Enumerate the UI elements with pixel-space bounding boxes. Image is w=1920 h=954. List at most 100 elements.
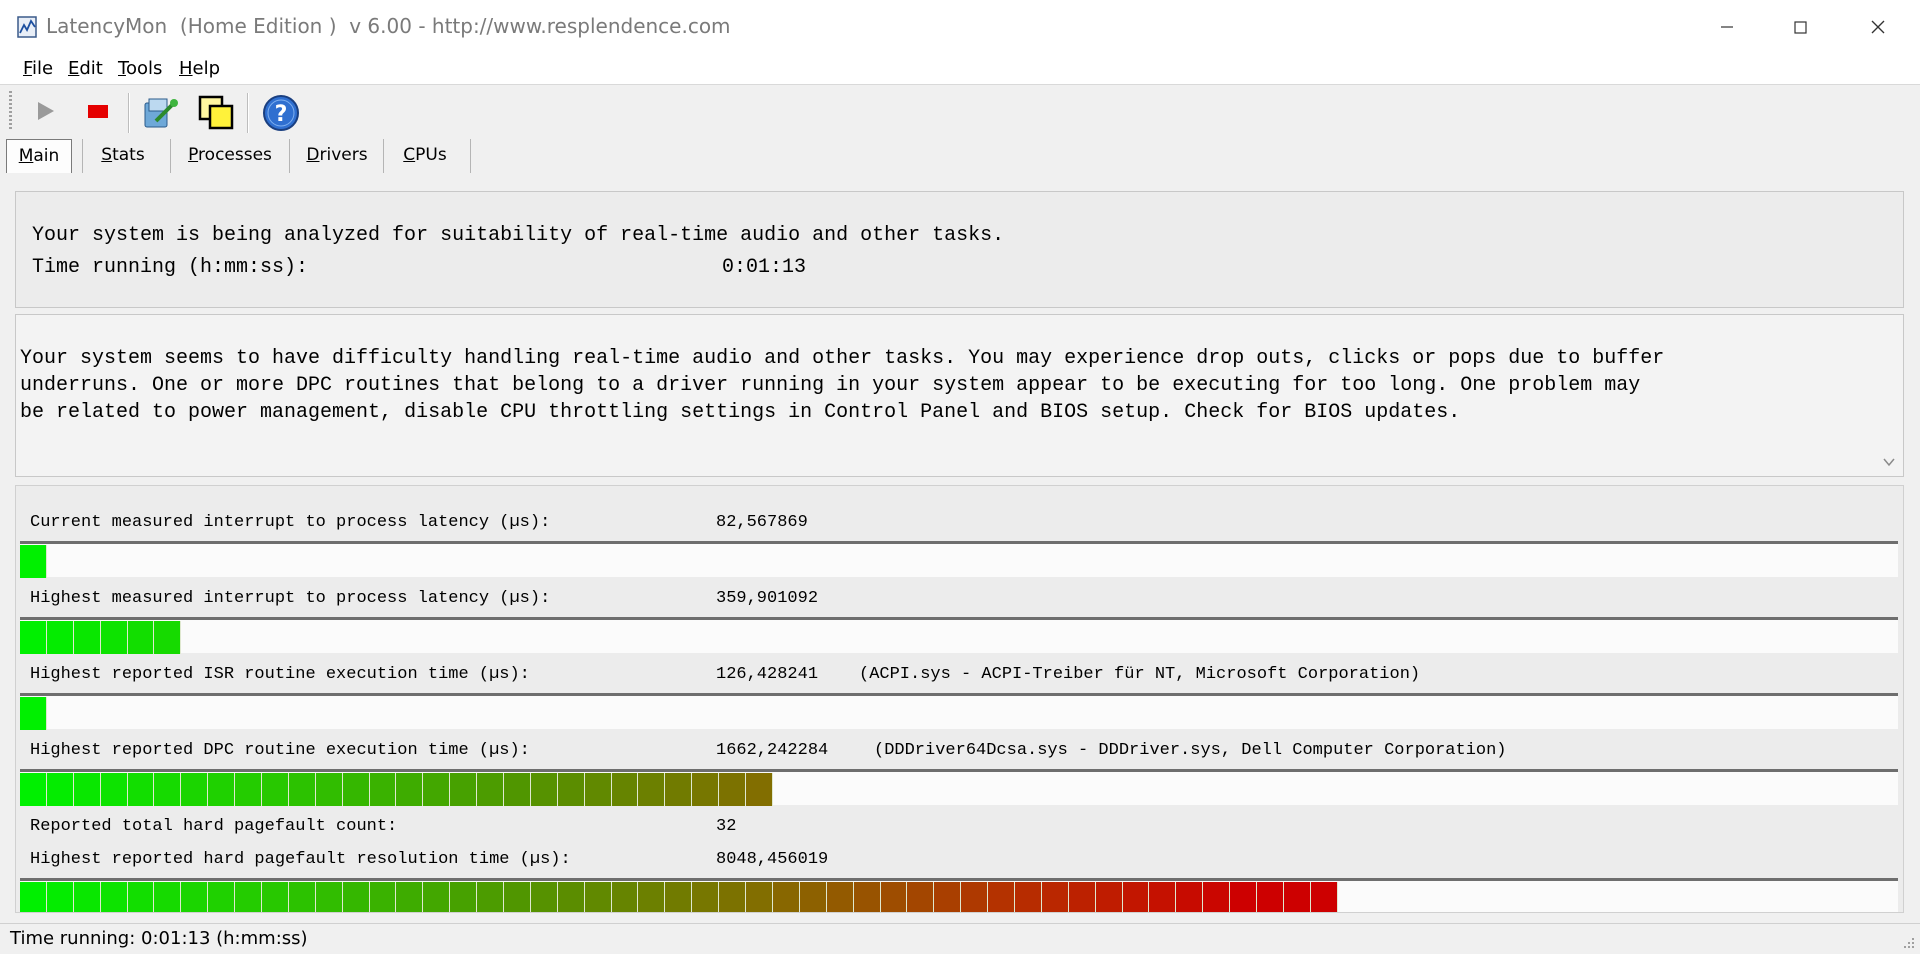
metric-label: Highest reported ISR routine execution t… (30, 665, 530, 684)
bar-segment (611, 882, 639, 912)
status-text: Time running: 0:01:13 (h:mm:ss) (10, 928, 308, 949)
toolbar: ? (0, 85, 1920, 137)
bar-segment (450, 882, 478, 912)
play-icon (38, 102, 54, 120)
bar-segment (100, 882, 128, 912)
bar-segment (1095, 882, 1123, 912)
bar-segment (450, 773, 478, 806)
bar-segment (73, 882, 101, 912)
menu-file[interactable]: File (23, 58, 53, 79)
menu-bar: File Edit Tools Help (0, 54, 1920, 85)
bar-segment (584, 773, 612, 806)
bar-segment (20, 545, 47, 578)
bar-segment (907, 882, 935, 912)
close-button[interactable] (1836, 0, 1920, 54)
bar-segment (611, 773, 639, 806)
metric-value: 359,901092 (716, 589, 819, 608)
bar-segment (638, 882, 666, 912)
driver-tool-button[interactable] (140, 93, 178, 129)
metric-label: Highest measured interrupt to process la… (30, 589, 551, 608)
bar-segment (154, 773, 182, 806)
bar-segment (692, 773, 720, 806)
bar-segment (799, 882, 827, 912)
latency-bar-fill (20, 773, 773, 806)
bar-segment (154, 882, 182, 912)
latency-bar (20, 693, 1898, 730)
latencymon-app-icon (17, 16, 37, 38)
stop-button[interactable] (80, 93, 116, 129)
menu-edit[interactable]: Edit (68, 58, 103, 79)
tab-main[interactable]: Main (6, 139, 72, 173)
window-tool-button[interactable] (197, 93, 234, 130)
bar-segment (1149, 882, 1177, 912)
toolbar-grip[interactable] (9, 91, 12, 131)
bar-segment (504, 882, 531, 912)
tab-drivers[interactable]: Drivers (296, 139, 378, 173)
scroll-down-icon[interactable] (1881, 454, 1897, 470)
bar-segment (638, 773, 666, 806)
analysis-panel: Your system is being analyzed for suitab… (15, 191, 1904, 308)
bar-segment (208, 882, 236, 912)
bar-segment (692, 882, 720, 912)
latency-bar-fill (20, 882, 1338, 912)
maximize-button[interactable] (1758, 0, 1842, 54)
bar-segment (961, 882, 989, 912)
toolbar-separator (128, 93, 129, 133)
metric-label: Highest reported hard pagefault resoluti… (30, 850, 571, 869)
conclusion-panel: Your system seems to have difficulty han… (15, 314, 1904, 477)
window-title: LatencyMon (Home Edition ) v 6.00 - http… (46, 14, 731, 38)
bar-segment (1230, 882, 1257, 912)
bar-segment (1203, 882, 1231, 912)
metric-value: 82,567869 (716, 513, 808, 532)
bar-segment (988, 882, 1015, 912)
tab-processes[interactable]: Processes (178, 139, 282, 173)
bar-segment (208, 773, 236, 806)
bar-segment (1122, 882, 1150, 912)
bar-segment (46, 621, 74, 654)
bar-segment (423, 882, 451, 912)
svg-text:?: ? (275, 102, 288, 127)
resize-grip-icon[interactable] (1902, 936, 1916, 950)
bar-segment (20, 697, 47, 730)
bar-segment (20, 773, 47, 806)
bar-segment (665, 773, 693, 806)
bar-segment (73, 621, 101, 654)
toolbar-separator (247, 93, 248, 133)
bar-segment (423, 773, 451, 806)
metric-label: Reported total hard pagefault count: (30, 817, 398, 836)
minimize-button[interactable] (1685, 0, 1769, 54)
stop-icon (88, 105, 108, 118)
start-button[interactable] (27, 93, 63, 129)
bar-segment (1176, 882, 1204, 912)
bar-segment (530, 773, 558, 806)
driver-tool-icon (144, 98, 178, 128)
title-bar: LatencyMon (Home Edition ) v 6.00 - http… (0, 0, 1920, 54)
bar-segment (1283, 882, 1311, 912)
bar-segment (315, 773, 343, 806)
menu-help[interactable]: Help (179, 58, 220, 79)
bar-segment (127, 882, 155, 912)
latency-bar (20, 769, 1898, 806)
metric-detail: (DDDriver64Dcsa.sys - DDDriver.sys, Dell… (874, 741, 1507, 760)
bar-segment (746, 773, 773, 806)
latency-bar-fill (20, 697, 47, 730)
bar-segment (1014, 882, 1042, 912)
menu-tools[interactable]: Tools (118, 58, 162, 79)
help-icon: ? (263, 95, 299, 131)
bar-segment (772, 882, 800, 912)
metrics-panel: Current measured interrupt to process la… (15, 485, 1904, 913)
bar-segment (557, 882, 585, 912)
metric-value: 32 (716, 817, 737, 836)
bar-segment (100, 773, 128, 806)
tab-cpus[interactable]: CPUs (390, 139, 460, 173)
help-button[interactable]: ? (261, 93, 299, 131)
tab-stats[interactable]: Stats (90, 139, 156, 173)
bar-segment (719, 773, 747, 806)
bar-segment (369, 882, 397, 912)
latency-bar-fill (20, 621, 182, 654)
conclusion-text: Your system seems to have difficulty han… (20, 347, 1665, 424)
metric-label: Highest reported DPC routine execution t… (30, 741, 530, 760)
bar-segment (288, 773, 316, 806)
status-bar: Time running: 0:01:13 (h:mm:ss) (0, 923, 1920, 954)
bar-segment (1068, 882, 1096, 912)
